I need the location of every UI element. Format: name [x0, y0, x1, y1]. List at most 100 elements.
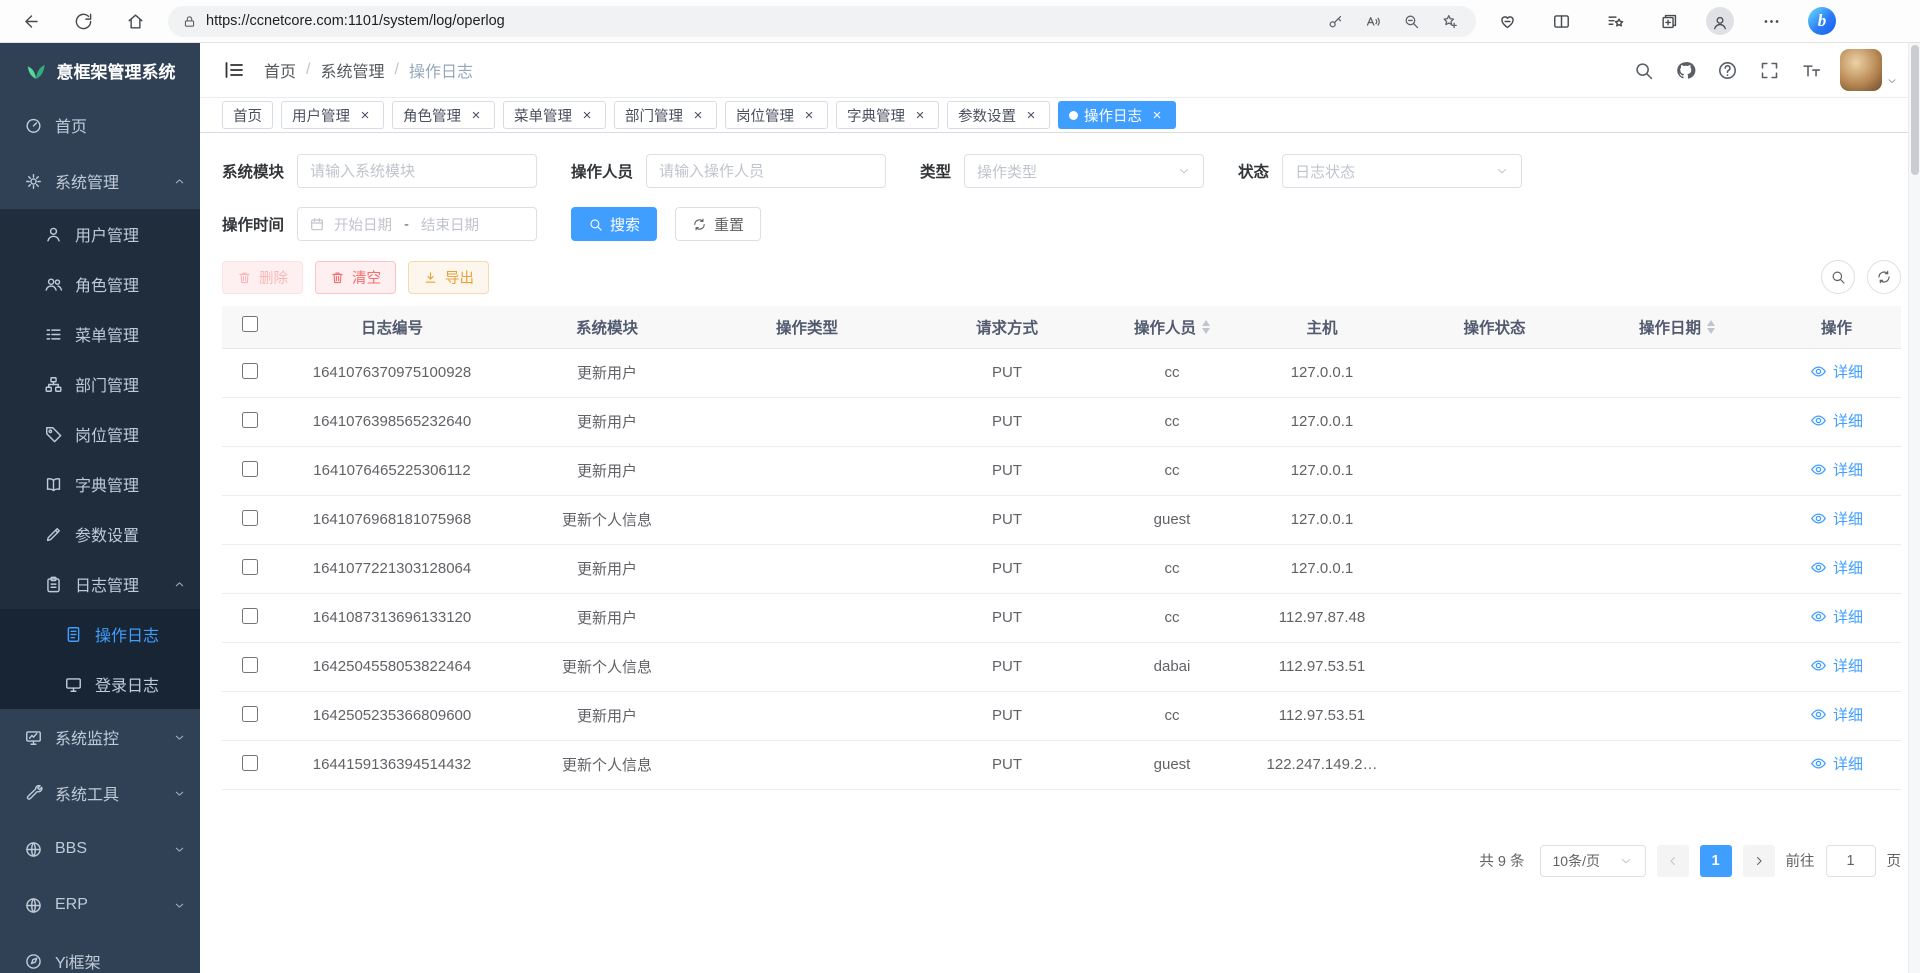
module-input[interactable]: [297, 154, 537, 188]
row-checkbox[interactable]: [242, 412, 258, 428]
next-page-button[interactable]: [1743, 845, 1775, 877]
split-screen-icon[interactable]: [1544, 4, 1578, 38]
home-icon[interactable]: [118, 4, 152, 38]
goto-page-input[interactable]: [1826, 845, 1876, 877]
date-range-input[interactable]: 开始日期 - 结束日期: [297, 207, 537, 241]
close-icon[interactable]: ×: [690, 107, 706, 123]
key-icon[interactable]: [1322, 8, 1348, 34]
profile-icon[interactable]: [1706, 7, 1734, 35]
row-checkbox[interactable]: [242, 461, 258, 477]
sidebar-item-monitor[interactable]: 系统监控: [0, 709, 200, 765]
essentials-icon[interactable]: [1490, 4, 1524, 38]
tab-dept[interactable]: 部门管理×: [614, 101, 717, 129]
export-button[interactable]: 导出: [408, 261, 489, 294]
sidebar-item-operlog[interactable]: 操作日志: [0, 609, 200, 659]
tab-user[interactable]: 用户管理×: [281, 101, 384, 129]
refresh-table-button[interactable]: [1867, 260, 1901, 294]
tab-post[interactable]: 岗位管理×: [725, 101, 828, 129]
row-checkbox[interactable]: [242, 559, 258, 575]
sort-icon[interactable]: [1707, 320, 1715, 334]
star-plus-icon[interactable]: [1436, 8, 1462, 34]
sort-icon[interactable]: [1202, 320, 1210, 334]
detail-link[interactable]: 详细: [1810, 704, 1863, 725]
column-header-operator[interactable]: 操作人员: [1107, 306, 1237, 348]
close-icon[interactable]: ×: [1023, 107, 1039, 123]
status-select[interactable]: 日志状态: [1282, 154, 1522, 188]
sidebar-item-logininfor[interactable]: 登录日志: [0, 659, 200, 709]
tab-operlog[interactable]: 操作日志×: [1058, 101, 1176, 129]
sidebar-item-role[interactable]: 角色管理: [0, 259, 200, 309]
detail-link[interactable]: 详细: [1810, 361, 1863, 382]
toggle-search-button[interactable]: [1821, 260, 1855, 294]
search-button[interactable]: 搜索: [571, 207, 657, 241]
user-menu[interactable]: [1840, 49, 1898, 91]
close-icon[interactable]: ×: [1149, 107, 1165, 123]
close-icon[interactable]: ×: [801, 107, 817, 123]
sidebar-item-menu[interactable]: 菜单管理: [0, 309, 200, 359]
close-icon[interactable]: ×: [468, 107, 484, 123]
copilot-icon[interactable]: b: [1808, 7, 1836, 35]
sidebar-item-config[interactable]: 参数设置: [0, 509, 200, 559]
read-aloud-icon[interactable]: [1360, 8, 1386, 34]
github-icon[interactable]: [1672, 57, 1698, 83]
detail-link[interactable]: 详细: [1810, 753, 1863, 774]
type-select[interactable]: 操作类型: [964, 154, 1204, 188]
tab-dict[interactable]: 字典管理×: [836, 101, 939, 129]
sidebar-item-bbs[interactable]: BBS: [0, 821, 200, 877]
detail-link[interactable]: 详细: [1810, 606, 1863, 627]
refresh-icon[interactable]: [66, 4, 100, 38]
sidebar-item-home[interactable]: 首页: [0, 97, 200, 153]
scrollbar-thumb[interactable]: [1911, 45, 1919, 175]
sidebar-item-post[interactable]: 岗位管理: [0, 409, 200, 459]
detail-link[interactable]: 详细: [1810, 655, 1863, 676]
question-icon[interactable]: [1714, 57, 1740, 83]
column-header-date[interactable]: 操作日期: [1582, 306, 1772, 348]
tab-config[interactable]: 参数设置×: [947, 101, 1050, 129]
row-checkbox[interactable]: [242, 608, 258, 624]
row-checkbox[interactable]: [242, 706, 258, 722]
sidebar-item-erp[interactable]: ERP: [0, 877, 200, 933]
row-checkbox[interactable]: [242, 755, 258, 771]
clear-button[interactable]: 清空: [315, 261, 396, 294]
zoom-out-icon[interactable]: [1398, 8, 1424, 34]
sidebar-item-user[interactable]: 用户管理: [0, 209, 200, 259]
detail-link[interactable]: 详细: [1810, 508, 1863, 529]
detail-link[interactable]: 详细: [1810, 459, 1863, 480]
close-icon[interactable]: ×: [579, 107, 595, 123]
sidebar-item-yi[interactable]: Yi框架: [0, 933, 200, 973]
url-bar[interactable]: https://ccnetcore.com:1101/system/log/op…: [168, 6, 1476, 37]
scrollbar[interactable]: [1908, 43, 1920, 973]
close-icon[interactable]: ×: [357, 107, 373, 123]
sidebar-item-dept[interactable]: 部门管理: [0, 359, 200, 409]
reset-button[interactable]: 重置: [675, 207, 761, 241]
row-checkbox[interactable]: [242, 363, 258, 379]
collections-icon[interactable]: [1652, 4, 1686, 38]
row-checkbox[interactable]: [242, 510, 258, 526]
page-number-button[interactable]: 1: [1700, 845, 1732, 877]
hamburger-icon[interactable]: [222, 58, 246, 82]
detail-link[interactable]: 详细: [1810, 557, 1863, 578]
fullscreen-icon[interactable]: [1756, 57, 1782, 83]
delete-button[interactable]: 删除: [222, 261, 303, 294]
sidebar-item-tool[interactable]: 系统工具: [0, 765, 200, 821]
breadcrumb-item[interactable]: 系统管理: [320, 58, 384, 82]
operator-input[interactable]: [646, 154, 886, 188]
sidebar-item-dict[interactable]: 字典管理: [0, 459, 200, 509]
search-icon[interactable]: [1630, 57, 1656, 83]
text-size-icon[interactable]: [1798, 57, 1824, 83]
sidebar-item-log[interactable]: 日志管理: [0, 559, 200, 609]
user-avatar[interactable]: [1840, 49, 1882, 91]
select-all-checkbox[interactable]: [242, 316, 258, 332]
tab-role[interactable]: 角色管理×: [392, 101, 495, 129]
prev-page-button[interactable]: [1657, 845, 1689, 877]
more-icon[interactable]: [1754, 4, 1788, 38]
detail-link[interactable]: 详细: [1810, 410, 1863, 431]
page-size-select[interactable]: 10条/页: [1540, 845, 1646, 877]
tab-menu[interactable]: 菜单管理×: [503, 101, 606, 129]
row-checkbox[interactable]: [242, 657, 258, 673]
breadcrumb-item[interactable]: 首页: [264, 58, 296, 82]
sidebar-item-system[interactable]: 系统管理: [0, 153, 200, 209]
close-icon[interactable]: ×: [912, 107, 928, 123]
tab-home[interactable]: 首页: [222, 101, 273, 129]
favorites-icon[interactable]: [1598, 4, 1632, 38]
